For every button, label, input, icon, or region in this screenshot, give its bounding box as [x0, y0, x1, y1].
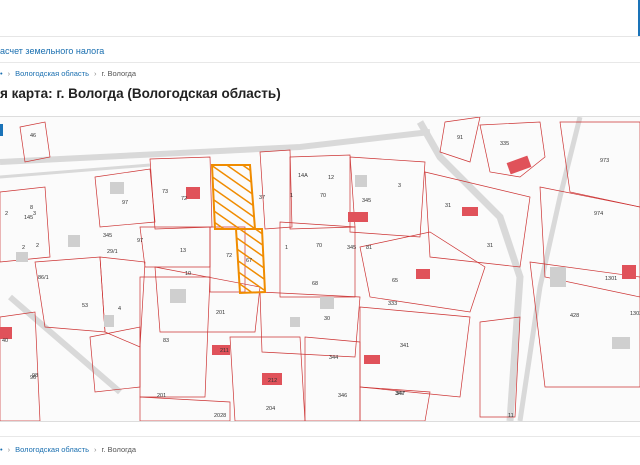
- plot-number-label: 428: [570, 313, 579, 319]
- plot-number-label: 212: [268, 378, 277, 384]
- plot-number-label: 72: [181, 196, 187, 202]
- selected-plot[interactable]: [210, 164, 257, 230]
- plot-number-label: 2: [36, 243, 39, 249]
- breadcrumb-current: г. Вологда: [101, 444, 137, 454]
- plot-number-label: 1: [285, 245, 288, 251]
- plot-number-label: 344: [329, 355, 338, 361]
- breadcrumb-bottom: • › Вологодская область › г. Вологда: [0, 442, 136, 456]
- plot-number-label: 974: [594, 211, 603, 217]
- page-title: я карта: г. Вологда (Вологодская область…: [0, 86, 281, 101]
- plot-number-label: 3: [33, 211, 36, 217]
- breadcrumb-region-link[interactable]: Вологодская область: [15, 445, 89, 454]
- plot-number-label: 145: [24, 215, 33, 221]
- plot-number-label: 346: [338, 393, 347, 399]
- plot-number-label: 4: [118, 306, 121, 312]
- plot-number-label: 30: [324, 316, 330, 322]
- breadcrumb-separator: ›: [94, 444, 97, 454]
- home-breadcrumb-fragment[interactable]: •: [0, 69, 3, 78]
- plot-number-label: 341: [400, 343, 409, 349]
- plot-number-label: 70: [316, 243, 322, 249]
- plot-number-label: 204: [266, 406, 275, 412]
- plot-number-label: 1301: [605, 276, 617, 282]
- plot-number-label: 201: [216, 310, 225, 316]
- breadcrumb: • › Вологодская область › г. Вологда: [0, 66, 136, 80]
- breadcrumb-separator: ›: [94, 68, 97, 78]
- plot-number-label: 97: [137, 238, 143, 244]
- plot-number-label: 29/1: [107, 249, 118, 255]
- plot-number-label: 1: [290, 193, 293, 199]
- plot-number-label: 3: [398, 183, 401, 189]
- plot-number-label: 53: [82, 303, 88, 309]
- breadcrumb-separator: ›: [7, 444, 11, 454]
- breadcrumb-separator: ›: [7, 68, 11, 78]
- plot-number-label: 2: [5, 211, 8, 217]
- cadastral-map[interactable]: 46 91 335 973 2 8 3 2 2 73 97 145 72 37 1 70 3 345 31 31 974…: [0, 116, 640, 422]
- plot-number-label: 201: [157, 393, 166, 399]
- top-header: [0, 0, 640, 37]
- land-tax-link[interactable]: асчет земельного налога: [0, 46, 104, 56]
- plot-number-label: 86/1: [38, 275, 49, 281]
- plot-number-label: 70: [320, 193, 326, 199]
- map-canvas[interactable]: 46 913359732832 2739714572 37 1 7033453131974…: [0, 117, 640, 421]
- plot-number-label: 345: [362, 198, 371, 204]
- plot-number-label: 345: [347, 245, 356, 251]
- plot-number-label: 2028: [214, 413, 226, 419]
- structures: [16, 175, 630, 349]
- divider: [0, 62, 640, 63]
- plot-number-label: 31: [487, 243, 493, 249]
- plot-number-label: 83: [163, 338, 169, 344]
- plot-number-label: 65: [392, 278, 398, 284]
- road: [416, 120, 524, 421]
- breadcrumb-region-link[interactable]: Вологодская область: [15, 69, 89, 78]
- breadcrumb-current: г. Вологда: [101, 68, 137, 78]
- plot-number-label: 973: [600, 158, 609, 164]
- plot-number-label: 91: [457, 135, 463, 141]
- plot-number-label: 97: [122, 200, 128, 206]
- plot-number-label: 333: [388, 301, 397, 307]
- plot-number-label: 37: [259, 195, 265, 201]
- plot-number-label: 1302: [630, 311, 640, 317]
- road: [0, 129, 431, 165]
- plot-number-label: 40: [2, 338, 8, 344]
- home-breadcrumb-fragment[interactable]: •: [0, 445, 3, 454]
- plot-number-label: 10: [185, 271, 191, 277]
- road: [0, 163, 151, 179]
- plot-number-label: 12: [328, 175, 334, 181]
- plot-number-label: 211: [220, 348, 229, 354]
- plot-number-label: 67: [246, 258, 252, 264]
- plot-number-label: 13: [180, 248, 186, 254]
- divider: [0, 436, 640, 437]
- plot-number-label: 72: [226, 253, 232, 259]
- plot-number-label: 14А: [298, 173, 308, 179]
- plot-number-label: 335: [500, 141, 509, 147]
- plot-number-label: 68: [312, 281, 318, 287]
- plot-number-label: 46: [30, 133, 36, 139]
- plot-number-label: 81: [366, 245, 372, 251]
- plot-number-label: 31: [445, 203, 451, 209]
- plot-number-label: 11: [508, 413, 514, 419]
- plot-number-label: 96: [30, 375, 36, 381]
- map-control[interactable]: [0, 124, 3, 136]
- plot-number-label: 345: [103, 233, 112, 239]
- plot-number-label: 347: [395, 391, 404, 397]
- plot-number-label: 2: [22, 245, 25, 251]
- plot-number-label: 73: [162, 189, 168, 195]
